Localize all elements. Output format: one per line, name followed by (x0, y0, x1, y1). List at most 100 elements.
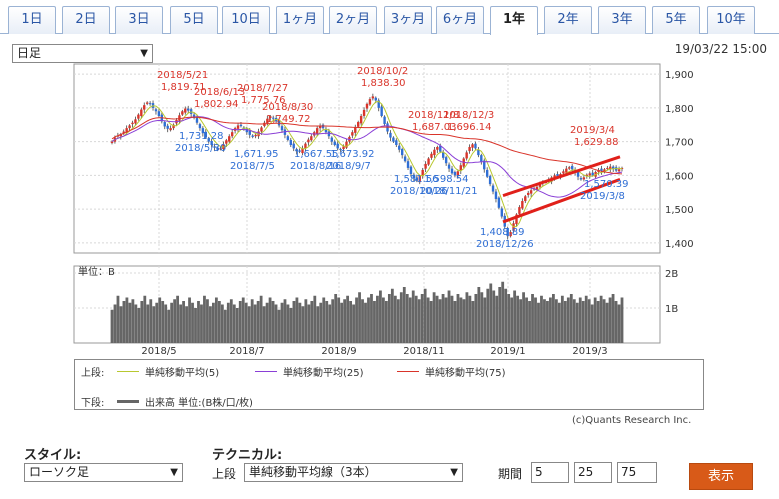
volume-bar (140, 301, 144, 343)
volume-bar (277, 309, 281, 343)
volume-bar (152, 306, 156, 343)
candle-body (588, 173, 591, 176)
volume-bar (337, 297, 341, 343)
volume-bar (468, 295, 472, 343)
volume-bar (241, 297, 245, 343)
candle-body (427, 158, 430, 165)
candle-body (239, 124, 243, 127)
volume-bar (167, 309, 171, 343)
legend: 上段: 単純移動平均(5) 単純移動平均(25) 単純移動平均(75) 下段: … (74, 359, 704, 410)
volume-bar (426, 297, 430, 343)
volume-bar (498, 287, 502, 343)
candle-body (485, 169, 489, 177)
volume-bar (316, 306, 320, 343)
volume-bar (158, 297, 162, 343)
volume-bar (417, 299, 421, 343)
candle-body (565, 168, 568, 173)
volume-bar (480, 292, 484, 343)
volume-bar (194, 308, 197, 343)
candle-body (494, 191, 498, 199)
candle-body (315, 128, 319, 134)
low-date-label: 2018/11/21 (420, 186, 478, 197)
volume-bar (552, 294, 555, 343)
candle-body (617, 169, 621, 172)
candle-body (310, 136, 313, 141)
volume-bar (465, 292, 469, 343)
volume-bar (596, 301, 600, 343)
volume-bar (358, 292, 361, 343)
high-date-label: 2018/10/2 (357, 66, 408, 77)
volume-bar (569, 294, 573, 343)
volume-bar (396, 299, 400, 343)
volume-bar (450, 295, 454, 343)
volume-bar (611, 294, 615, 343)
x-tick-label: 2019/1 (490, 346, 525, 357)
candle-body (357, 122, 360, 127)
candle-body (389, 132, 392, 138)
period-input-3[interactable]: 75 (617, 462, 657, 483)
style-select[interactable]: ローソク足 ▼ (24, 463, 183, 482)
volume-bar (268, 297, 272, 343)
volume-bar (349, 301, 352, 343)
candle-body (465, 152, 468, 159)
candle-body (148, 103, 152, 105)
volume-bar (226, 302, 230, 343)
show-button[interactable]: 表示 (689, 463, 753, 490)
volume-bar (206, 299, 209, 343)
volume-bar (191, 302, 194, 343)
candle-body (474, 143, 477, 149)
volume-bar (522, 292, 525, 343)
volume-bar (143, 295, 147, 343)
volume-bar (402, 287, 406, 343)
candle-body (606, 167, 609, 169)
period-input-2[interactable]: 25 (574, 462, 612, 483)
candle-body (450, 168, 454, 174)
high-value-label: 1,696.14 (447, 122, 492, 133)
volume-bar (262, 306, 266, 343)
volume-bar (501, 281, 505, 343)
volume-bar (557, 302, 561, 343)
volume-bar (307, 304, 311, 343)
volume-bar (280, 302, 284, 343)
candle-body (336, 143, 339, 149)
volume-bar (283, 299, 287, 343)
candle-body (154, 109, 158, 112)
volume-bar (298, 302, 302, 343)
period-input-1[interactable]: 5 (531, 462, 569, 483)
chevron-down-icon: ▼ (450, 467, 458, 478)
volume-bar (173, 299, 177, 343)
volume-bar (322, 297, 326, 343)
volume-bar (373, 301, 376, 343)
candle-body (157, 111, 161, 116)
x-tick-label: 2018/9 (321, 346, 356, 357)
candle-body (480, 155, 483, 162)
volume-bar (170, 302, 174, 343)
candle-body (198, 124, 202, 129)
price-chart: 1,900 1,800 1,700 1,600 1,500 1,400 2B 1B 単位：B 20… (73, 63, 694, 357)
volume-bar (131, 299, 135, 343)
candle-body (447, 164, 451, 169)
volume-bar (128, 302, 132, 343)
volume-bar (331, 299, 335, 343)
volume-bar (238, 301, 242, 343)
candle-body (442, 152, 445, 158)
candle-body (251, 135, 254, 137)
low-value-label: 1,598.54 (424, 174, 469, 185)
volume-bar (197, 301, 200, 343)
volume-bar (110, 309, 114, 343)
high-date-label: 2018/8/30 (262, 102, 313, 113)
volume-bar (566, 297, 570, 343)
technical-select[interactable]: 単純移動平均線（3本） ▼ (244, 463, 463, 482)
volume-bar (185, 306, 188, 343)
volume-bar (328, 304, 332, 343)
legend-upper-label: 上段: (81, 368, 105, 379)
legend-volume-line (117, 400, 139, 403)
volume-bar (390, 288, 394, 343)
volume-bar (334, 294, 338, 343)
candle-body (143, 105, 146, 110)
candle-body (166, 125, 169, 129)
legend-ma5: 単純移動平均(5) (145, 368, 220, 379)
volume-bar (119, 306, 123, 343)
volume-bar (310, 301, 314, 343)
volume-bar (364, 302, 367, 343)
